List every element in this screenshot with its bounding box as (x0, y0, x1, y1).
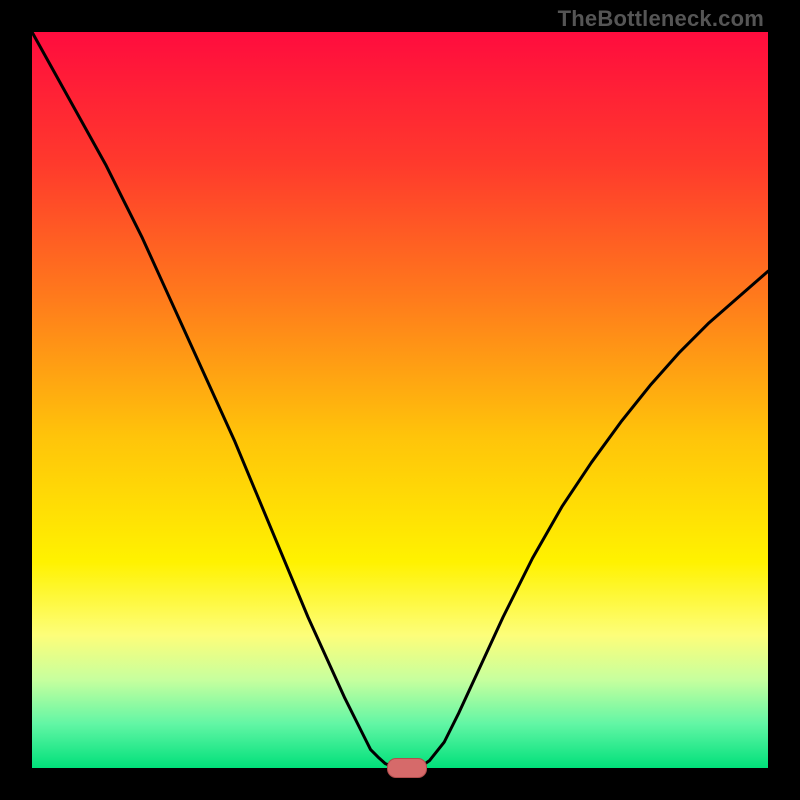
plot-area (32, 32, 768, 768)
optimal-marker (387, 758, 427, 778)
attribution-text: TheBottleneck.com (558, 6, 764, 32)
chart-container: TheBottleneck.com (0, 0, 800, 800)
bottleneck-curve (32, 32, 768, 768)
